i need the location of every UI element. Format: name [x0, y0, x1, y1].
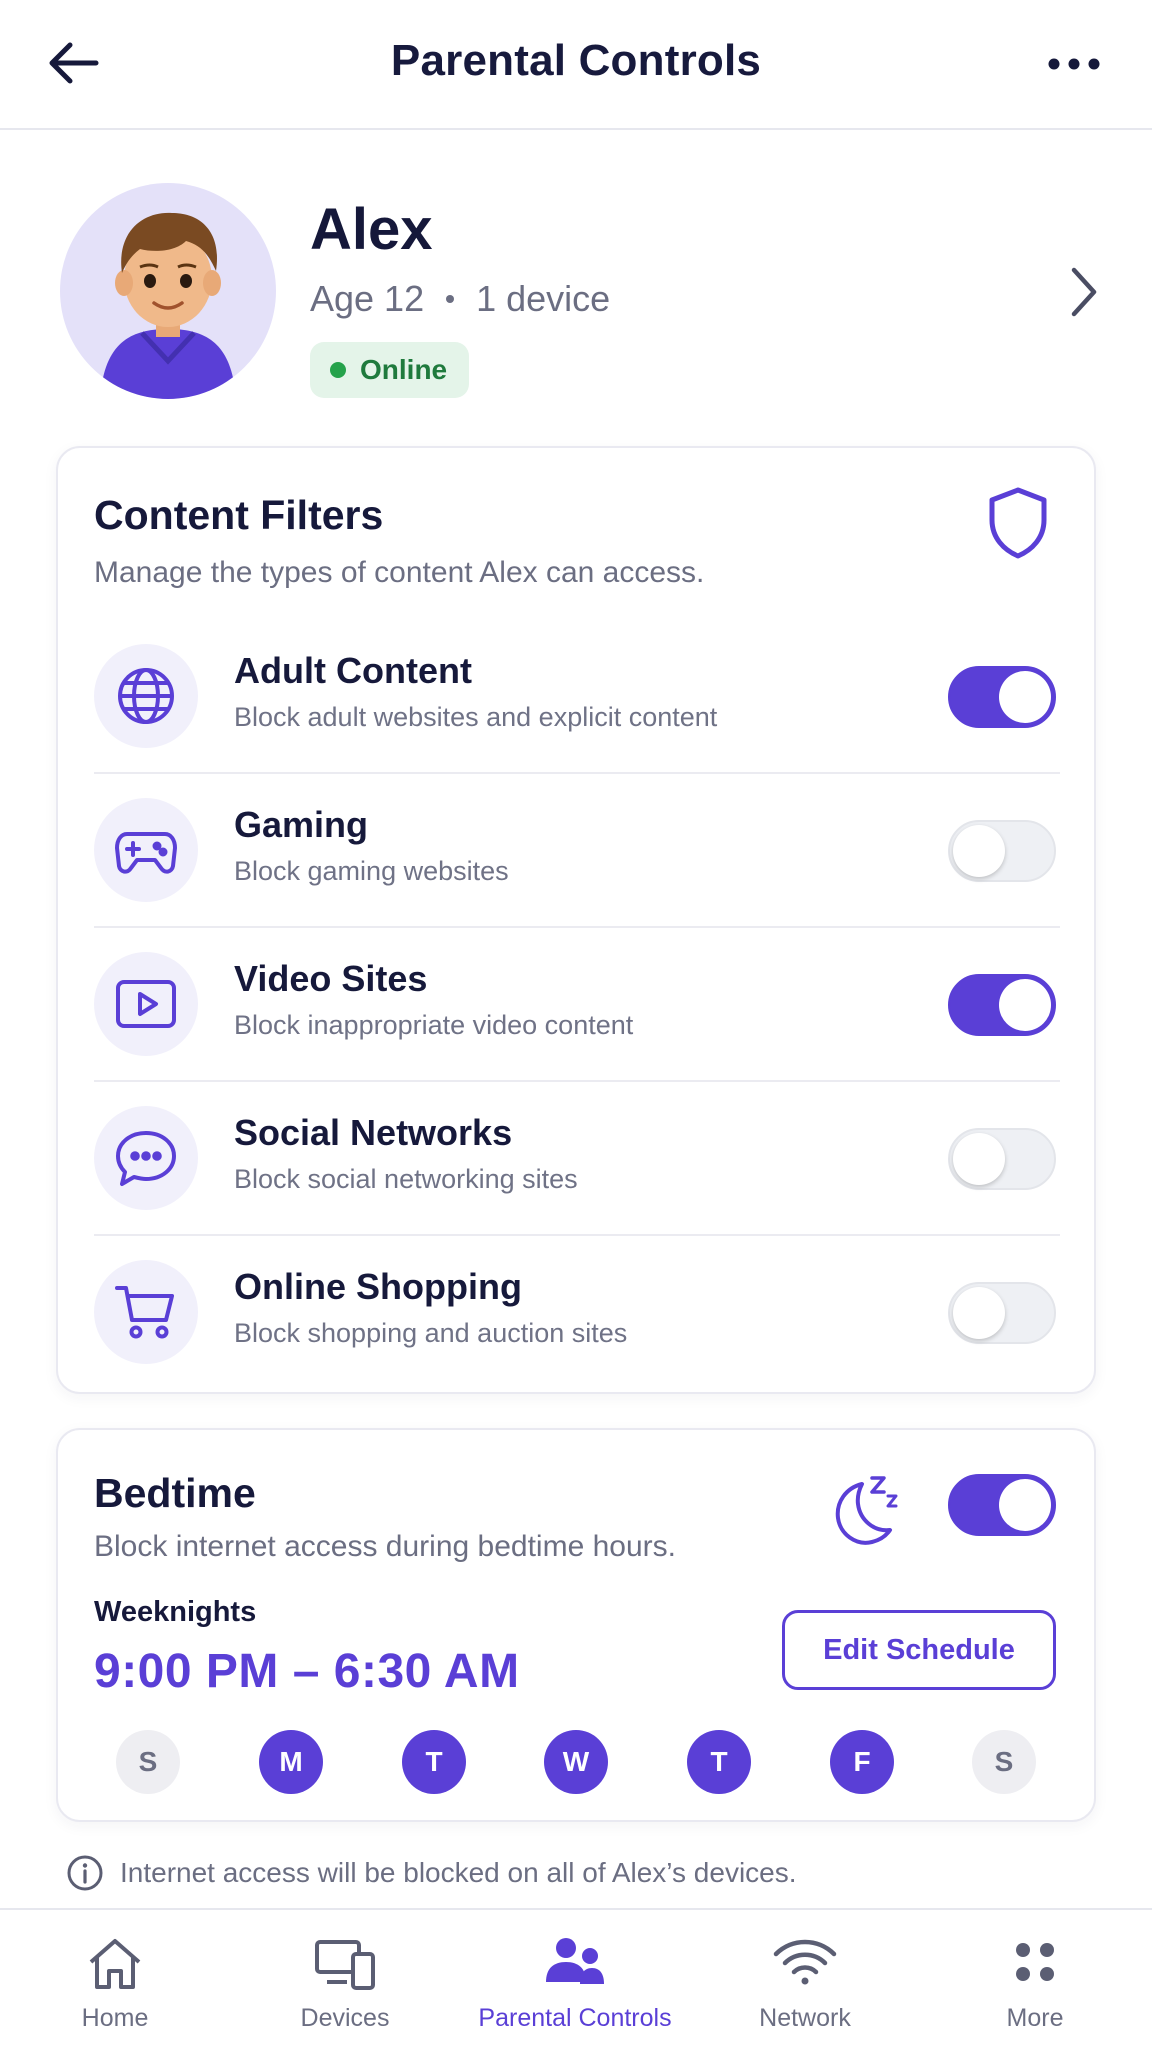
day-wednesday[interactable]: W: [544, 1730, 608, 1794]
wifi-icon: [773, 1939, 837, 1985]
moon-sleep-icon: [835, 1476, 898, 1545]
filter-title: Social Networks: [234, 1112, 513, 1153]
home-icon: [89, 1939, 141, 1989]
profile-meta: Age 12 1 device: [310, 278, 610, 320]
content-filters-card: Content Filters Manage the types of cont…: [56, 446, 1096, 1394]
content-filters-title: Content Filters: [94, 492, 384, 538]
page-title: Parental Controls: [390, 36, 762, 85]
online-shopping-toggle[interactable]: [948, 1282, 1056, 1344]
schedule-label: Weeknights: [94, 1596, 257, 1628]
toggle-knob: [953, 1287, 1005, 1339]
filter-title: Online Shopping: [234, 1266, 522, 1307]
nav-more[interactable]: More: [920, 1910, 1150, 2048]
top-bar: Parental Controls: [0, 0, 1152, 130]
filter-description: Block social networking sites: [234, 1164, 578, 1194]
nav-label: Network: [759, 2004, 851, 2032]
globe-icon: [94, 644, 198, 748]
info-text: Internet access will be blocked on all o…: [120, 1857, 797, 1888]
filter-description: Block gaming websites: [234, 856, 509, 886]
shopping-cart-icon: [94, 1260, 198, 1364]
filter-row-gaming: Gaming Block gaming websites: [94, 774, 1060, 928]
day-friday[interactable]: F: [830, 1730, 894, 1794]
gaming-toggle[interactable]: [948, 820, 1056, 882]
toggle-knob: [999, 979, 1051, 1031]
profile-age: Age 12: [310, 278, 425, 319]
filter-row-social-networks: Social Networks Block social networking …: [94, 1082, 1060, 1236]
separator-dot: [446, 295, 455, 303]
day-thursday[interactable]: T: [687, 1730, 751, 1794]
social-networks-toggle[interactable]: [948, 1128, 1056, 1190]
filter-description: Block shopping and auction sites: [234, 1318, 628, 1348]
day-tuesday[interactable]: T: [402, 1730, 466, 1794]
toggle-knob: [953, 1133, 1005, 1185]
devices-icon: [315, 1940, 375, 1990]
gamepad-icon: [94, 798, 198, 902]
filter-title: Video Sites: [234, 958, 428, 999]
more-options-icon[interactable]: [1046, 44, 1102, 84]
status-label: Online: [360, 354, 448, 385]
family-icon: [546, 1938, 604, 1984]
bedtime-subtitle: Block internet access during bedtime hou…: [94, 1530, 676, 1563]
info-note: Internet access will be blocked on all o…: [66, 1854, 797, 1892]
filter-title: Adult Content: [234, 650, 472, 691]
nav-label: Home: [81, 2004, 149, 2032]
nav-label: Devices: [300, 2004, 390, 2032]
filter-row-video-sites: Video Sites Block inappropriate video co…: [94, 928, 1060, 1082]
filter-description: Block inappropriate video content: [234, 1010, 634, 1040]
online-dot-icon: [330, 362, 346, 378]
day-monday[interactable]: M: [259, 1730, 323, 1794]
video-play-icon: [94, 952, 198, 1056]
info-icon: [67, 1855, 103, 1891]
nav-label: Parental Controls: [478, 2004, 672, 2032]
grid-dots-icon: [1016, 1943, 1054, 1981]
content-filters-subtitle: Manage the types of content Alex can acc…: [94, 556, 705, 589]
toggle-knob: [999, 1479, 1051, 1531]
toggle-knob: [999, 671, 1051, 723]
bedtime-title: Bedtime: [94, 1470, 256, 1516]
status-badge: Online: [310, 342, 470, 398]
nav-home[interactable]: Home: [0, 1910, 230, 2048]
edit-schedule-button[interactable]: Edit Schedule: [782, 1610, 1056, 1690]
nav-network[interactable]: Network: [690, 1910, 920, 2048]
bedtime-toggle[interactable]: [948, 1474, 1056, 1536]
adult-content-toggle[interactable]: [948, 666, 1056, 728]
nav-devices[interactable]: Devices: [230, 1910, 460, 2048]
toggle-knob: [953, 825, 1005, 877]
chevron-right-icon[interactable]: [1066, 264, 1102, 320]
nav-parental-controls[interactable]: Parental Controls: [460, 1910, 690, 2048]
avatar: [60, 183, 276, 399]
chat-bubble-icon: [94, 1106, 198, 1210]
bedtime-card: Bedtime Block internet access during bed…: [56, 1428, 1096, 1822]
filter-row-adult-content: Adult Content Block adult websites and e…: [94, 620, 1060, 774]
day-saturday[interactable]: S: [972, 1730, 1036, 1794]
filter-description: Block adult websites and explicit conten…: [234, 702, 718, 732]
nav-label: More: [1006, 2004, 1064, 2032]
schedule-time: 9:00 PM – 6:30 AM: [94, 1645, 520, 1698]
bottom-nav: Home Devices Parental Controls Network M…: [0, 1908, 1152, 2048]
profile-name: Alex: [310, 197, 433, 262]
video-sites-toggle[interactable]: [948, 974, 1056, 1036]
shield-icon: [989, 487, 1047, 559]
day-sunday[interactable]: S: [116, 1730, 180, 1794]
filter-title: Gaming: [234, 804, 369, 845]
profile-device-count: 1 device: [476, 278, 611, 319]
filter-row-online-shopping: Online Shopping Block shopping and aucti…: [94, 1236, 1060, 1390]
